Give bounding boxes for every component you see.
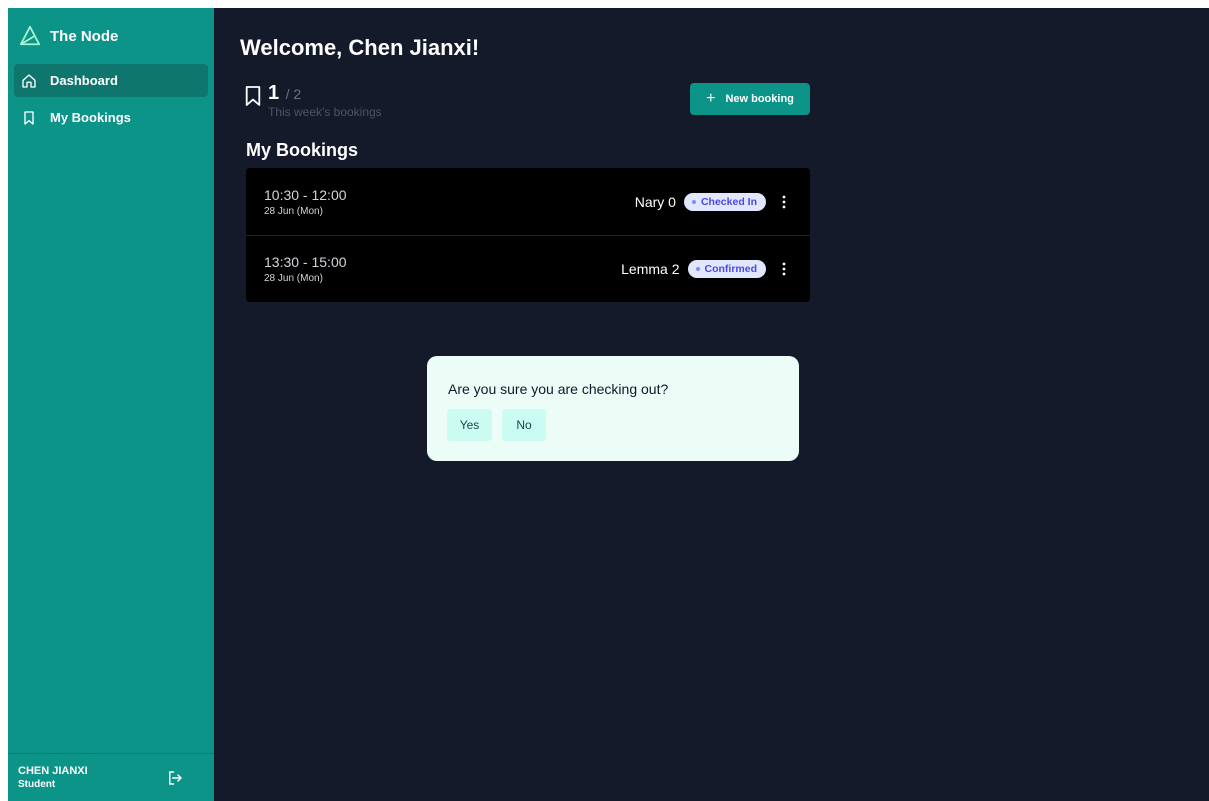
more-options-icon[interactable] — [778, 260, 790, 278]
brand-name: The Node — [50, 27, 119, 45]
bookings-list: 10:30 - 12:00 28 Jun (Mon) Nary 0 Checke… — [246, 168, 810, 302]
app: The Node Dashboard My Bookings CHEN JIAN… — [8, 8, 1209, 801]
booking-room: Nary 0 — [634, 193, 676, 210]
no-button[interactable]: No — [502, 409, 546, 441]
sidebar-item-label: Dashboard — [50, 73, 118, 88]
page-title: Welcome, Chen Jianxi! — [240, 35, 480, 60]
booking-time: 13:30 - 15:00 — [264, 254, 347, 270]
home-icon — [22, 73, 36, 88]
bookmark-icon — [245, 86, 261, 106]
booking-date: 28 Jun (Mon) — [264, 273, 323, 284]
user-role: Student — [18, 779, 56, 790]
status-badge: Checked In — [683, 192, 766, 211]
brand[interactable]: The Node — [8, 8, 214, 64]
booking-room: Lemma 2 — [621, 261, 680, 277]
more-options-icon[interactable] — [778, 193, 790, 211]
weekly-bookings-stat: 1 / 2 This week's bookings — [244, 82, 382, 119]
sidebar-item-label: My Bookings — [50, 110, 131, 125]
booking-time: 10:30 - 12:00 — [264, 186, 347, 203]
yes-button[interactable]: Yes — [447, 409, 492, 441]
section-title: My Bookings — [246, 140, 359, 160]
sidebar-item-my-bookings[interactable]: My Bookings — [14, 101, 208, 134]
booking-row[interactable]: 10:30 - 12:00 28 Jun (Mon) Nary 0 Checke… — [246, 168, 810, 235]
status-label: Checked In — [700, 195, 757, 208]
booking-row[interactable]: 13:30 - 15:00 28 Jun (Mon) Lemma 2 Confi… — [246, 235, 810, 302]
user-info: CHEN JIANXI Student — [18, 764, 88, 791]
status-label: Confirmed — [704, 263, 758, 275]
sidebar: The Node Dashboard My Bookings CHEN JIAN… — [8, 8, 214, 801]
booking-date: 28 Jun (Mon) — [264, 205, 323, 217]
new-booking-button[interactable]: + New booking — [690, 83, 810, 115]
user-name: CHEN JIANXI — [18, 765, 88, 777]
bookmark-icon — [24, 110, 34, 125]
booking-when: 10:30 - 12:00 28 Jun (Mon) — [264, 187, 347, 217]
bookings-stat-label: This week's bookings — [268, 105, 382, 119]
status-dot — [691, 199, 696, 204]
logo-icon — [19, 25, 41, 46]
user-panel: CHEN JIANXI Student — [8, 753, 214, 801]
dialog-message: Are you sure you are checking out? — [448, 381, 669, 397]
status-dot — [695, 267, 700, 271]
booking-when: 13:30 - 15:00 28 Jun (Mon) — [264, 254, 347, 284]
checkout-confirm-dialog: Are you sure you are checking out? Yes N… — [427, 356, 799, 461]
bookings-limit: / 2 — [285, 86, 302, 102]
logout-icon[interactable] — [166, 769, 184, 787]
new-booking-label: New booking — [725, 93, 794, 105]
sidebar-nav: Dashboard My Bookings — [8, 64, 214, 134]
plus-icon: + — [706, 90, 716, 107]
bookings-count: 1 — [268, 82, 280, 104]
main-content: Welcome, Chen Jianxi! 1 / 2 This week's … — [214, 8, 1209, 801]
sidebar-item-dashboard[interactable]: Dashboard — [14, 64, 208, 97]
status-badge: Confirmed — [687, 260, 766, 278]
